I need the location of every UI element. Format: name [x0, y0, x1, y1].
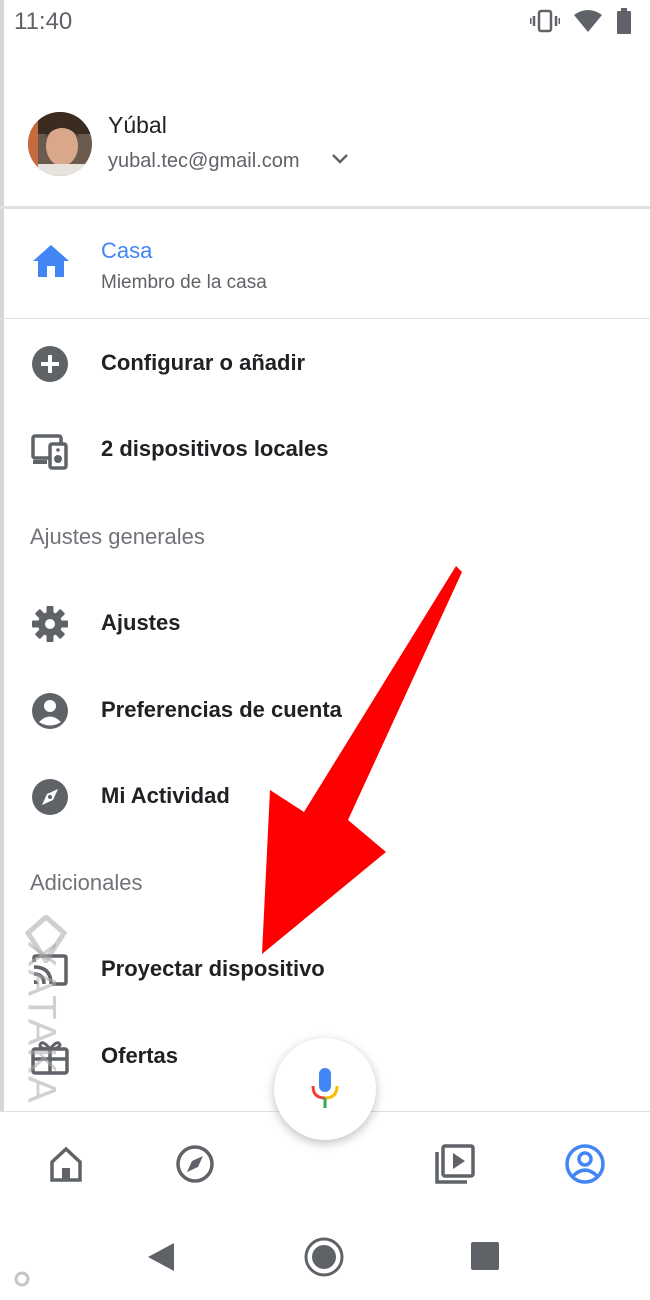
red-arrow-annotation	[262, 566, 462, 954]
